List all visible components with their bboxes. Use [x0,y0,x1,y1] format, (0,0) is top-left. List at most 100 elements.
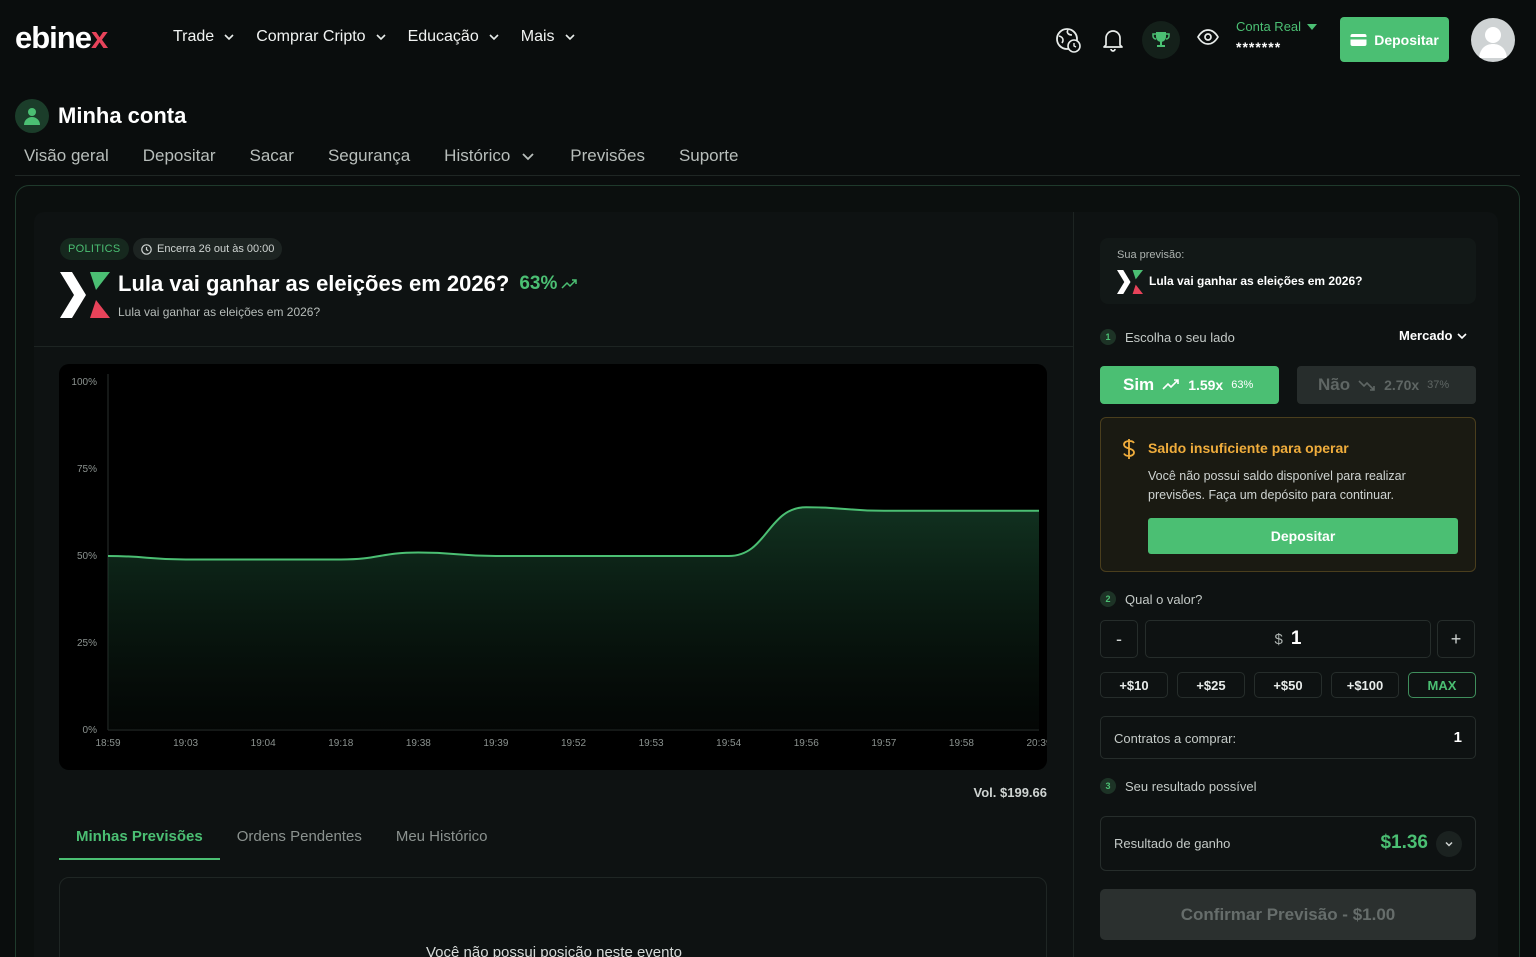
y-tick-label: 50% [77,551,97,562]
insufficient-balance-alert: Saldo insuficiente para operar Você não … [1100,417,1476,572]
alert-title: Saldo insuficiente para operar [1148,440,1349,456]
tab-minhas-previsoes[interactable]: Minhas Previsões [59,828,220,860]
caret-down-icon [1307,23,1318,30]
step-number: 2 [1100,591,1116,607]
event-probability: 63% [519,273,578,295]
prediction-label: Sua previsão: [1117,249,1185,261]
positions-panel: Você não possui posição neste evento [59,877,1047,957]
quick-add-100[interactable]: +$100 [1331,672,1399,698]
chevron-down-icon [489,34,499,41]
trophy-icon[interactable] [1142,21,1180,59]
trend-down-icon [1358,380,1375,391]
step-label: Escolha o seu lado [1125,329,1235,345]
event-logo-icon [1117,270,1143,294]
x-tick-label: 19:04 [251,738,276,749]
result-label: Resultado de ganho [1114,836,1231,851]
no-multiplier: 2.70x [1384,377,1420,393]
quick-add-10[interactable]: +$10 [1100,672,1168,698]
page-title: Minha conta [58,103,187,128]
alert-body: Você não possui saldo disponível para re… [1148,469,1406,502]
menu-trade[interactable]: Trade [173,28,236,46]
menu-educacao[interactable]: Educação [408,28,501,46]
menu-mais-label: Mais [520,28,555,45]
chevron-down-icon [522,153,534,161]
menu-educacao-label: Educação [407,28,479,45]
x-tick-label: 19:18 [328,738,353,749]
no-button[interactable]: Não 2.70x 37% [1297,366,1476,404]
order-type-dropdown[interactable]: Mercado [1399,328,1468,343]
divider [34,346,1073,347]
contracts-value: 1 [1453,729,1462,746]
avatar[interactable] [1471,18,1515,62]
chevron-down-icon [564,34,575,41]
account-selector[interactable]: Conta Real ******* [1236,19,1318,55]
tab-previsoes[interactable]: Previsões [570,146,645,166]
tab-seguranca[interactable]: Segurança [328,146,410,166]
step-choose-side: 1 Escolha o seu lado [1100,329,1235,345]
timezone-globe-icon[interactable] [1054,26,1082,54]
tab-historico[interactable]: Histórico [444,146,536,166]
menu-comprar-cripto[interactable]: Comprar Cripto [256,28,387,46]
step-label: Seu resultado possível [1125,778,1257,794]
chevron-down-icon [224,34,234,41]
no-label: Não [1318,375,1351,394]
confirm-prediction-button[interactable]: Confirmar Previsão - $1.00 [1100,889,1476,940]
quick-max[interactable]: MAX [1408,672,1476,698]
tab-visao-geral[interactable]: Visão geral [24,146,109,166]
trend-up-icon [1162,379,1179,390]
step-label: Qual o valor? [1125,591,1203,607]
clock-icon [141,243,152,255]
expand-result-button[interactable] [1436,831,1462,857]
x-tick-label: 19:52 [561,738,586,749]
tab-suporte[interactable]: Suporte [679,146,739,166]
tab-meu-historico[interactable]: Meu Histórico [379,828,505,860]
account-tabs: Visão geral Depositar Sacar Segurança Hi… [24,146,738,166]
y-tick-label: 100% [71,377,97,388]
menu-comprar-cripto-label: Comprar Cripto [256,28,366,45]
increase-amount-button[interactable]: + [1437,620,1475,658]
y-tick-label: 0% [83,725,98,736]
amount-input[interactable]: $ 1 [1145,620,1431,658]
tab-depositar[interactable]: Depositar [143,146,216,166]
menu-trade-label: Trade [173,28,215,45]
chart-svg: 100% 75% 50% 25% 0% 18:59 19:03 19:04 19:18 19:3… [71,374,1047,749]
user-icon [1479,27,1507,58]
tab-ordens-pendentes[interactable]: Ordens Pendentes [220,828,379,860]
y-tick-label: 75% [77,464,97,475]
event-logo-icon [60,272,110,318]
currency-symbol: $ [1274,630,1283,648]
ebinex-logo[interactable]: ebinex [15,20,108,56]
tab-sacar[interactable]: Sacar [250,146,294,166]
x-tick-label: 18:59 [95,738,120,749]
alert-deposit-button[interactable]: Depositar [1148,518,1458,554]
x-tick-label: 20:39 [1026,738,1047,749]
menu-mais[interactable]: Mais [521,28,577,46]
yes-percent: 63% [1231,379,1254,391]
prediction-summary: Sua previsão: Lula vai ganhar as eleiçõe… [1100,238,1476,304]
yes-label: Sim [1123,375,1155,394]
x-tick-label: 19:38 [406,738,431,749]
positions-tabs: Minhas Previsões Ordens Pendentes Meu Hi… [59,828,505,860]
deposit-button-label: Depositar [1374,31,1439,48]
dollar-icon [1123,439,1135,459]
no-percent: 37% [1427,379,1450,391]
quick-add-25[interactable]: +$25 [1177,672,1245,698]
event-subtitle: Lula vai ganhar as eleições em 2026? [118,305,321,319]
decrease-amount-button[interactable]: - [1100,620,1138,658]
x-tick-label: 19:39 [483,738,508,749]
top-navbar: ebinex Trade Comprar Cripto Educação Mai… [0,0,1536,78]
account-user-icon [15,99,49,133]
quick-add-50[interactable]: +$50 [1254,672,1322,698]
deposit-button[interactable]: Depositar [1340,17,1449,62]
closing-date-badge: Encerra 26 out às 00:00 [133,238,283,260]
potential-result: Resultado de ganho $1.36 [1100,816,1476,871]
bell-icon[interactable] [1099,26,1127,54]
x-tick-label: 19:58 [949,738,974,749]
step-number: 1 [1100,329,1116,345]
step-number: 3 [1100,778,1116,794]
trend-up-icon [561,279,578,289]
contracts-field: Contratos a comprar: 1 [1100,716,1476,759]
yes-button[interactable]: Sim 1.59x 63% [1100,366,1279,404]
eye-icon[interactable] [1194,23,1222,51]
x-tick-label: 19:56 [794,738,819,749]
